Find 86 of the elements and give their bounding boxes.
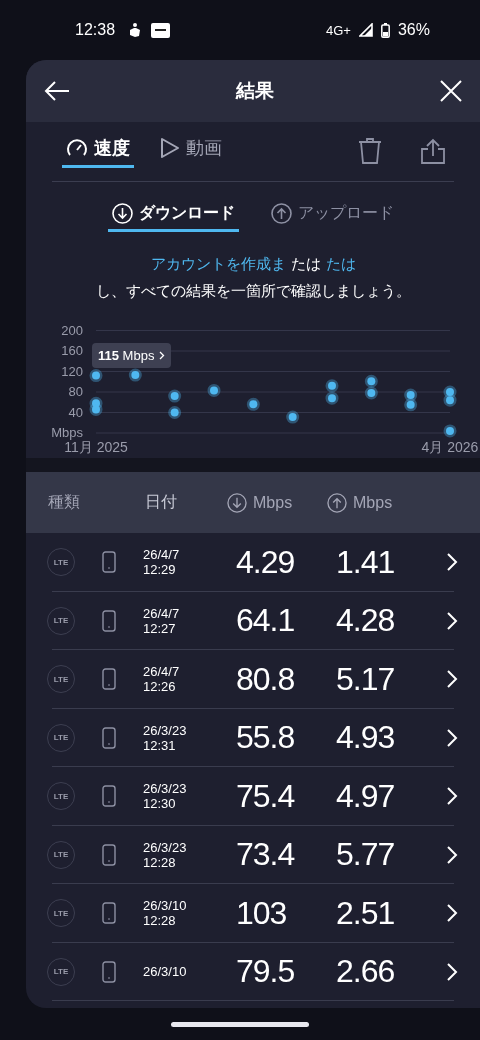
test-date: 26/4/7 xyxy=(143,664,181,680)
axis-tick-label: 160 xyxy=(61,343,83,358)
phone-icon xyxy=(102,785,116,808)
column-header: Mbps xyxy=(227,492,327,513)
download-speed: 75.4 xyxy=(236,777,296,815)
notice-text: たは xyxy=(290,254,321,274)
axis-date-label: 11月 2025 xyxy=(64,439,128,455)
phone-icon xyxy=(102,609,116,632)
sign-up-link[interactable]: アカウントを作成ま xyxy=(150,250,286,277)
axis-tick-label: 40 xyxy=(68,404,83,420)
test-time: 12:30 xyxy=(143,796,177,812)
notice-text: し、すべての結果を一箇所で確認しましょう。 xyxy=(95,281,411,301)
network-type: 4G+ xyxy=(326,22,351,38)
upload-speed: 4.97 xyxy=(336,777,396,815)
chevron-icon xyxy=(446,903,458,924)
direction-tab[interactable]: アップロード xyxy=(267,200,398,232)
phone-icon xyxy=(102,668,116,691)
home-indicator[interactable] xyxy=(171,1021,309,1027)
test-date: 26/3/10 xyxy=(143,964,188,980)
signal-icon xyxy=(358,23,373,37)
chevron-icon xyxy=(446,727,458,748)
download-icon xyxy=(112,203,133,224)
test-date: 26/3/23 xyxy=(143,722,188,738)
download-icon xyxy=(227,492,247,513)
tab[interactable]: 速度 xyxy=(62,132,134,168)
phone-icon xyxy=(102,843,116,866)
test-date: 26/3/10 xyxy=(143,898,188,914)
battery-level: 36% xyxy=(397,21,430,39)
upload-speed: 5.77 xyxy=(336,836,396,874)
tab[interactable]: 動画 xyxy=(156,132,226,168)
play-icon xyxy=(160,137,180,159)
phone-icon xyxy=(102,902,116,925)
test-time: 12:27 xyxy=(143,620,177,636)
value-tooltip[interactable]: 115 Mbps xyxy=(92,343,172,368)
test-time: 12:28 xyxy=(143,913,177,929)
upload-speed: 4.93 xyxy=(336,719,396,757)
upload-speed: 1.41 xyxy=(336,543,396,581)
download-speed: 80.8 xyxy=(236,660,296,698)
test-time: 12:26 xyxy=(143,679,177,695)
screen-title: 結果 xyxy=(236,79,274,103)
upload-icon xyxy=(271,203,292,224)
upload-speed: 5.17 xyxy=(336,660,396,698)
download-speed: 64.1 xyxy=(236,602,296,640)
gauge-icon xyxy=(66,138,88,158)
upload-speed: 2.66 xyxy=(336,953,396,991)
axis-tick-label: 120 xyxy=(61,363,83,379)
chevron-icon xyxy=(446,552,458,573)
test-date: 26/3/23 xyxy=(143,781,188,797)
axis-tick-label: 200 xyxy=(61,322,83,338)
chevron-icon xyxy=(446,786,458,807)
app-icon xyxy=(151,22,171,38)
close-button[interactable] xyxy=(440,80,462,102)
download-speed: 103 xyxy=(236,894,288,932)
axis-date-label: 4月 2026 xyxy=(421,439,479,455)
chevron-icon xyxy=(446,610,458,631)
clock: 12:38 xyxy=(75,21,116,39)
test-date: 26/3/23 xyxy=(143,839,188,855)
battery-icon xyxy=(380,22,390,38)
upload-speed: 4.28 xyxy=(336,602,396,640)
chevron-icon xyxy=(446,669,458,690)
axis-unit-label: Mbps xyxy=(51,425,83,440)
test-time: 12:29 xyxy=(143,562,177,578)
back-button[interactable] xyxy=(44,80,70,102)
column-header: 種類 xyxy=(48,492,81,512)
download-speed: 73.4 xyxy=(236,836,296,874)
test-date: 26/4/7 xyxy=(143,547,181,563)
phone-icon xyxy=(102,551,116,574)
test-time: 12:31 xyxy=(143,737,177,753)
download-speed: 4.29 xyxy=(236,543,296,581)
share-button[interactable] xyxy=(420,138,446,164)
download-speed: 79.5 xyxy=(236,953,296,991)
chevron-icon xyxy=(446,844,458,865)
upload-speed: 2.51 xyxy=(336,894,396,932)
phone-icon xyxy=(102,960,116,983)
axis-tick-label: 80 xyxy=(68,384,83,399)
download-speed: 55.8 xyxy=(236,719,296,757)
sign-up-link[interactable]: たは xyxy=(325,250,356,277)
direction-tab[interactable]: ダウンロード xyxy=(108,200,239,232)
delete-button[interactable] xyxy=(358,138,382,164)
phone-icon xyxy=(102,726,116,749)
column-header: 日付 xyxy=(145,492,178,512)
test-date: 26/4/7 xyxy=(143,605,181,621)
chevron-icon xyxy=(446,961,458,982)
test-time: 12:28 xyxy=(143,854,177,870)
column-header: Mbps xyxy=(327,492,427,513)
upload-icon xyxy=(327,492,347,513)
